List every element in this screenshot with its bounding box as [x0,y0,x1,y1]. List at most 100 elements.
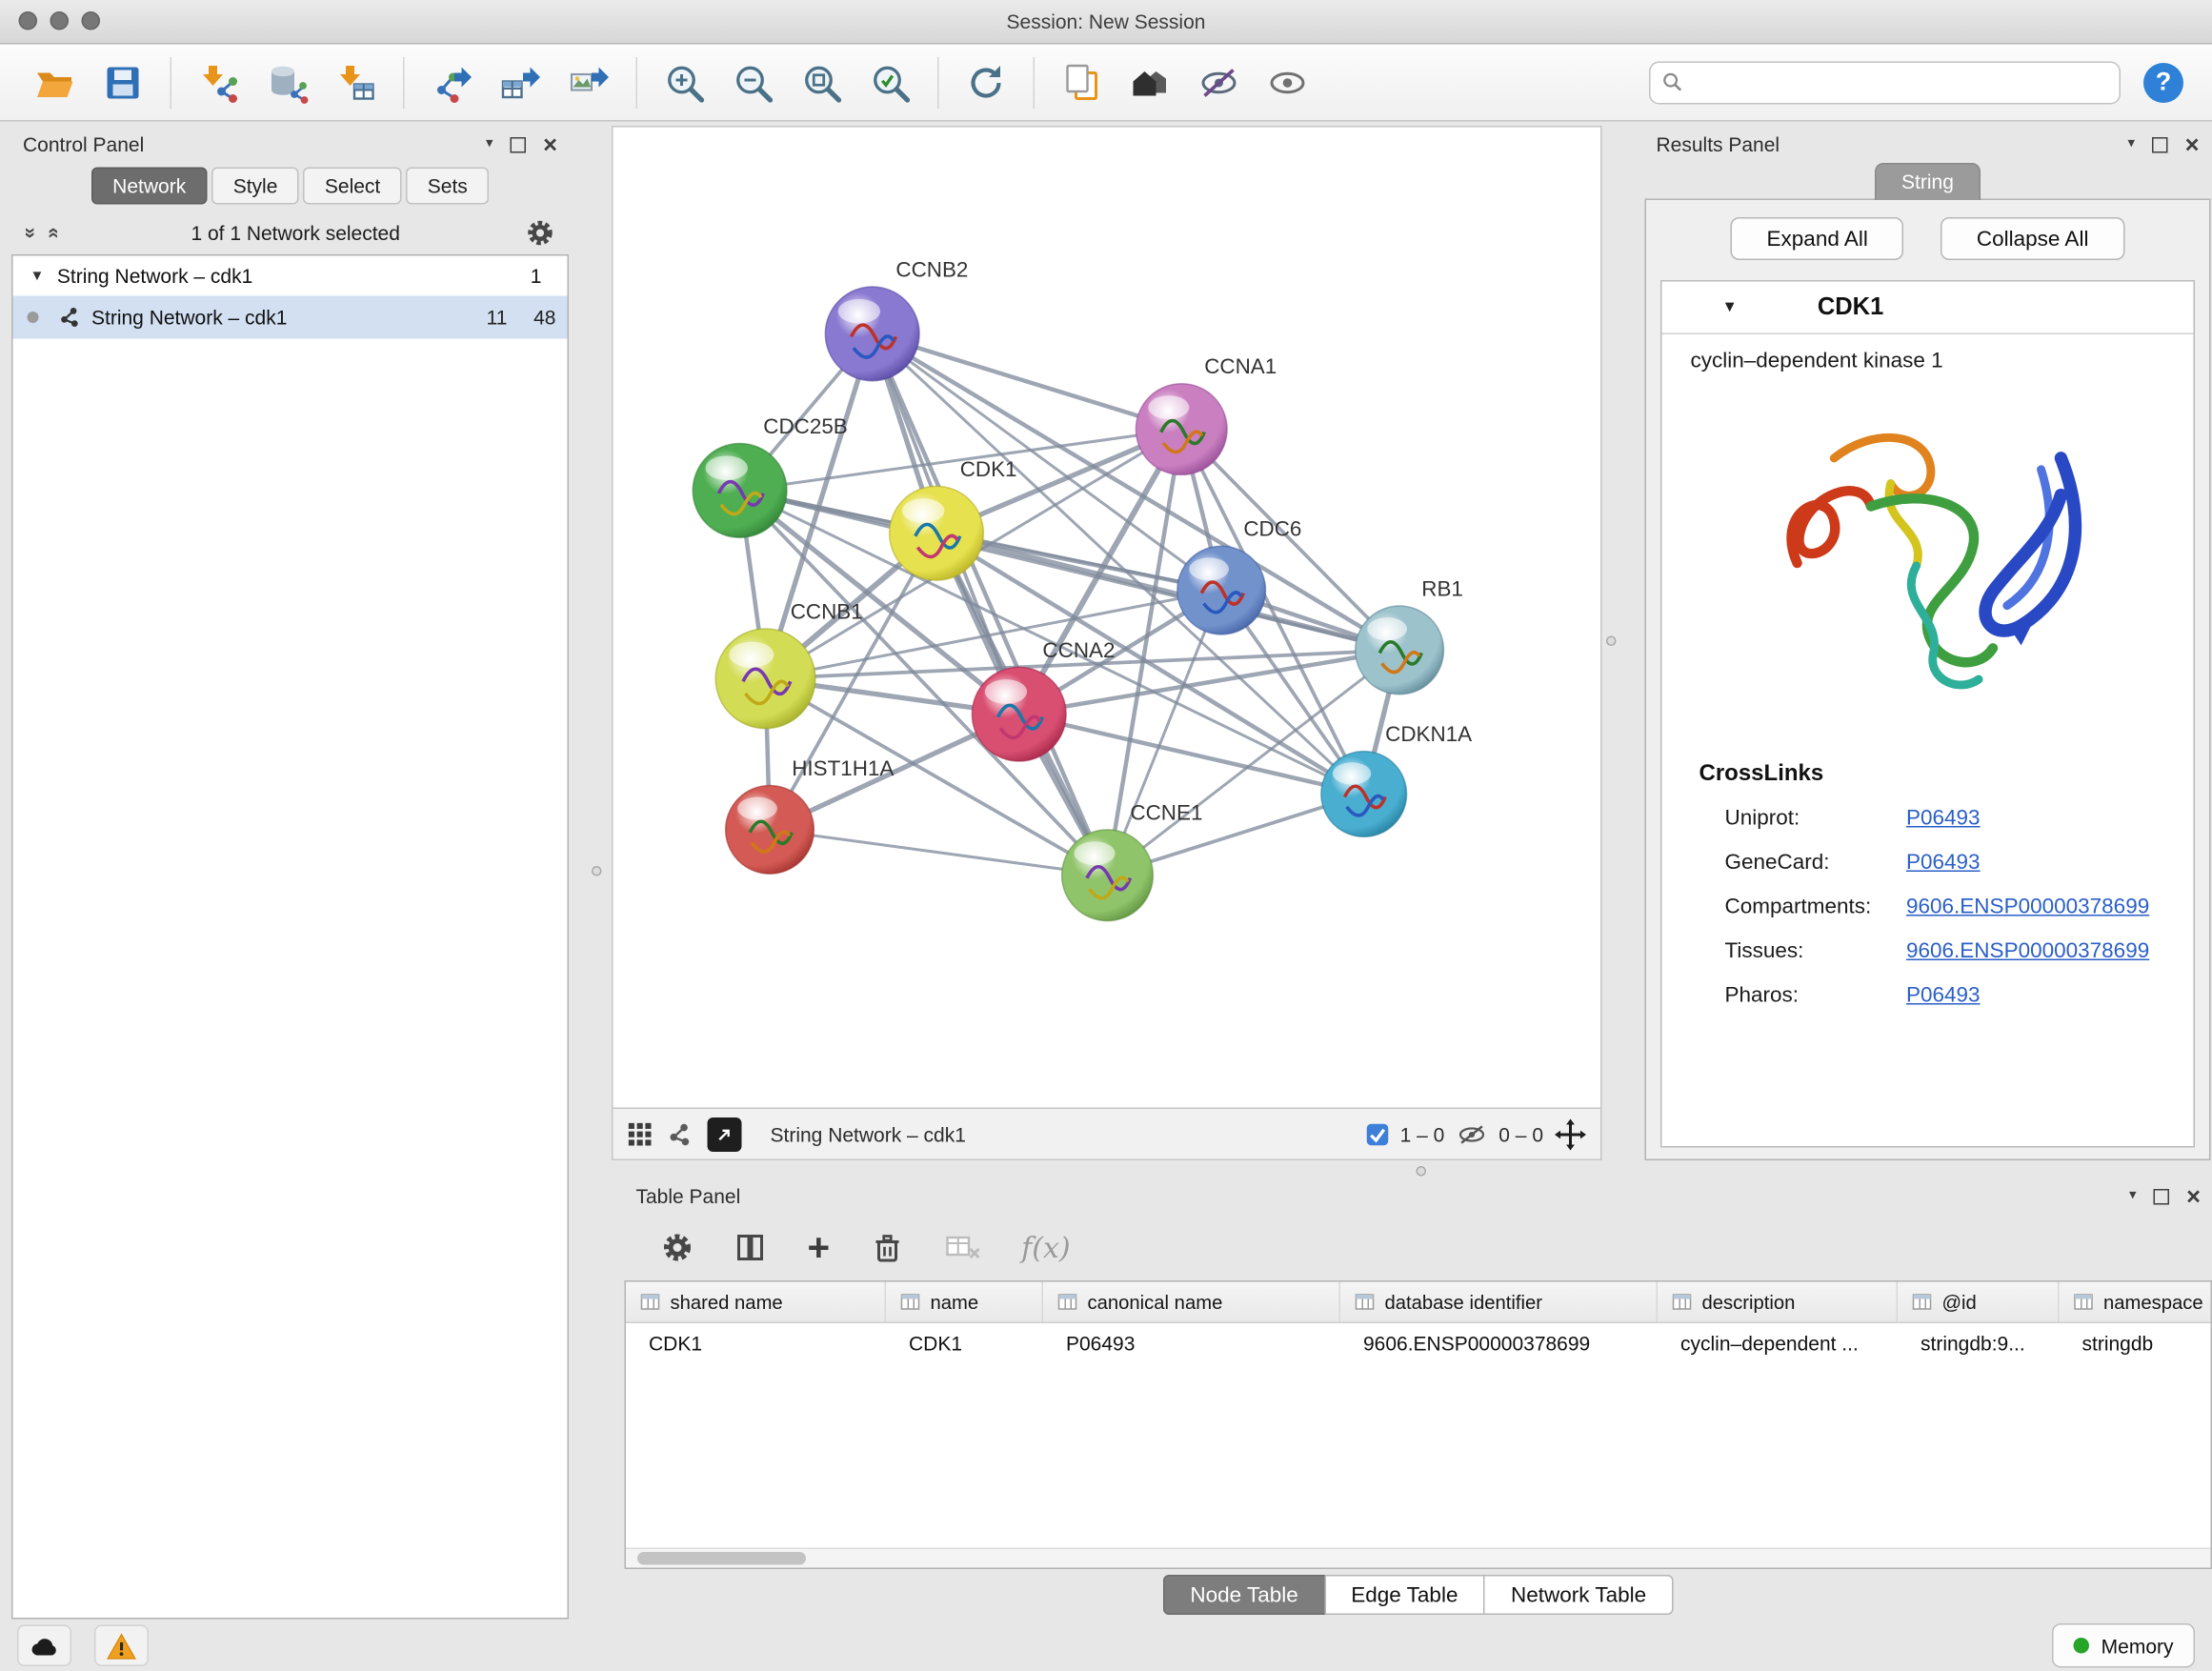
network-edge[interactable] [873,333,1182,429]
compartments-link[interactable]: 9606.ENSP00000378699 [1906,895,2149,919]
table-row[interactable]: CDK1 CDK1 P06493 9606.ENSP00000378699 cy… [626,1323,2211,1363]
tab-edge-table[interactable]: Edge Table [1324,1575,1485,1615]
export-table-icon[interactable] [496,58,545,107]
node-count: 11 [471,306,508,329]
refresh-icon[interactable] [962,58,1011,107]
import-network-file-icon[interactable] [194,58,243,107]
collapse-all-networks-icon[interactable]: » [40,228,63,239]
float-panel-icon[interactable] [2152,136,2168,152]
column-header-name[interactable]: name [886,1282,1043,1322]
grid-view-icon[interactable] [628,1121,654,1147]
network-row-selected[interactable]: String Network – cdk1 11 48 [13,296,568,339]
save-session-icon[interactable] [99,58,148,107]
function-builder-icon[interactable]: f(x) [1021,1231,1070,1265]
import-table-icon[interactable] [332,58,380,107]
close-panel-icon[interactable]: × [543,132,557,157]
tab-style[interactable]: Style [211,168,299,205]
collapse-panel-icon[interactable]: ▾ [2128,137,2136,151]
tab-sets[interactable]: Sets [406,168,489,205]
pharos-link[interactable]: P06493 [1906,983,1981,1008]
network-node[interactable]: RB1 [1356,577,1463,695]
collapse-panel-icon[interactable]: ▾ [2129,1189,2137,1203]
help-button[interactable]: ? [2143,62,2183,102]
network-node[interactable]: CDC6 [1177,517,1302,634]
tissues-link[interactable]: 9606.ENSP00000378699 [1906,939,2149,964]
selected-checkbox-icon[interactable] [1366,1122,1389,1145]
column-header-namespace[interactable]: namespace [2060,1282,2212,1322]
show-columns-icon[interactable] [734,1231,768,1265]
tab-string[interactable]: String [1875,163,1981,200]
title-bar: Session: New Session [0,0,2212,45]
export-network-icon[interactable] [428,58,476,107]
network-collection-row[interactable]: ▼ String Network – cdk1 1 [13,256,568,296]
birdseye-view-icon[interactable] [708,1117,742,1151]
network-node[interactable]: CCNA1 [1136,354,1277,474]
table-settings-gear-icon[interactable] [662,1232,694,1263]
vertical-splitter-grip[interactable] [592,866,602,876]
add-column-icon[interactable]: + [808,1228,831,1267]
network-node[interactable]: HIST1H1A [726,756,895,874]
column-header-description[interactable]: description [1658,1282,1898,1322]
hidden-eye-icon[interactable] [1456,1122,1487,1145]
zoom-fit-icon[interactable] [797,58,846,107]
network-node[interactable]: CDKN1A [1321,722,1472,836]
network-canvas[interactable]: CCNB2CCNA1CDC25BCDK1CDC6RB1CCNB1CCNA2CDK… [612,126,1602,1109]
network-node[interactable]: CDK1 [890,457,1017,580]
scrollbar-thumb[interactable] [637,1552,806,1565]
tab-node-table[interactable]: Node Table [1163,1575,1325,1615]
uniprot-link[interactable]: P06493 [1906,806,1981,831]
export-image-icon[interactable] [565,58,613,107]
float-panel-icon[interactable] [2154,1188,2170,1204]
crosslinks-heading: CrossLinks [1662,748,2194,796]
collapse-panel-icon[interactable]: ▾ [486,137,493,151]
network-edge[interactable] [1019,715,1364,795]
expand-all-button[interactable]: Expand All [1731,217,1903,260]
open-session-icon[interactable] [30,58,79,107]
tab-network[interactable]: Network [91,168,208,205]
protein-card-header[interactable]: ▼ CDK1 [1662,282,2194,335]
table-panel-title: Table Panel [636,1185,741,1208]
network-edge[interactable] [770,830,1107,876]
column-header-shared-name[interactable]: shared name [626,1282,886,1322]
minimize-window-button[interactable] [50,11,70,30]
vertical-splitter-grip[interactable] [1606,636,1617,647]
close-panel-icon[interactable]: × [2185,132,2200,157]
tab-select[interactable]: Select [303,168,401,205]
memory-button[interactable]: Memory [2053,1623,2195,1668]
hide-details-icon[interactable] [1195,58,1243,107]
genecard-link[interactable]: P06493 [1906,851,1981,876]
search-box[interactable] [1649,61,2121,104]
delete-column-trash-icon[interactable] [870,1231,904,1265]
search-input[interactable] [1692,70,2108,95]
collapse-all-button[interactable]: Collapse All [1941,217,2124,260]
show-details-icon[interactable] [1263,58,1312,107]
toolbar-separator [171,56,172,108]
home-icon[interactable] [1126,58,1175,107]
warning-icon[interactable] [94,1625,149,1667]
column-type-icon [1912,1292,1932,1312]
column-header-database-identifier[interactable]: database identifier [1340,1282,1658,1322]
zoom-in-icon[interactable] [660,58,709,107]
network-view-icon[interactable] [668,1121,694,1147]
column-header-id[interactable]: @id [1898,1282,2060,1322]
float-panel-icon[interactable] [511,136,527,152]
zoom-window-button[interactable] [82,11,101,30]
network-edge[interactable] [873,333,1108,875]
cloud-status-icon[interactable] [17,1625,71,1667]
collapse-card-icon[interactable]: ▼ [1722,299,1738,316]
tab-network-table[interactable]: Network Table [1483,1575,1673,1615]
copy-document-icon[interactable] [1057,58,1106,107]
zoom-selected-icon[interactable] [866,58,915,107]
column-header-canonical-name[interactable]: canonical name [1043,1282,1340,1322]
close-panel-icon[interactable]: × [2186,1184,2201,1209]
horizontal-splitter-grip[interactable] [1417,1166,1427,1177]
tree-expand-icon[interactable]: ▼ [30,268,45,284]
close-window-button[interactable] [19,11,38,30]
network-node[interactable]: CDC25B [693,414,848,537]
network-node[interactable]: CCNB2 [825,258,968,381]
network-options-gear-icon[interactable] [526,219,554,248]
horizontal-scrollbar[interactable] [626,1548,2211,1568]
import-network-database-icon[interactable] [263,58,312,107]
zoom-out-icon[interactable] [729,58,777,107]
pan-crosshair-icon[interactable] [1555,1118,1586,1150]
